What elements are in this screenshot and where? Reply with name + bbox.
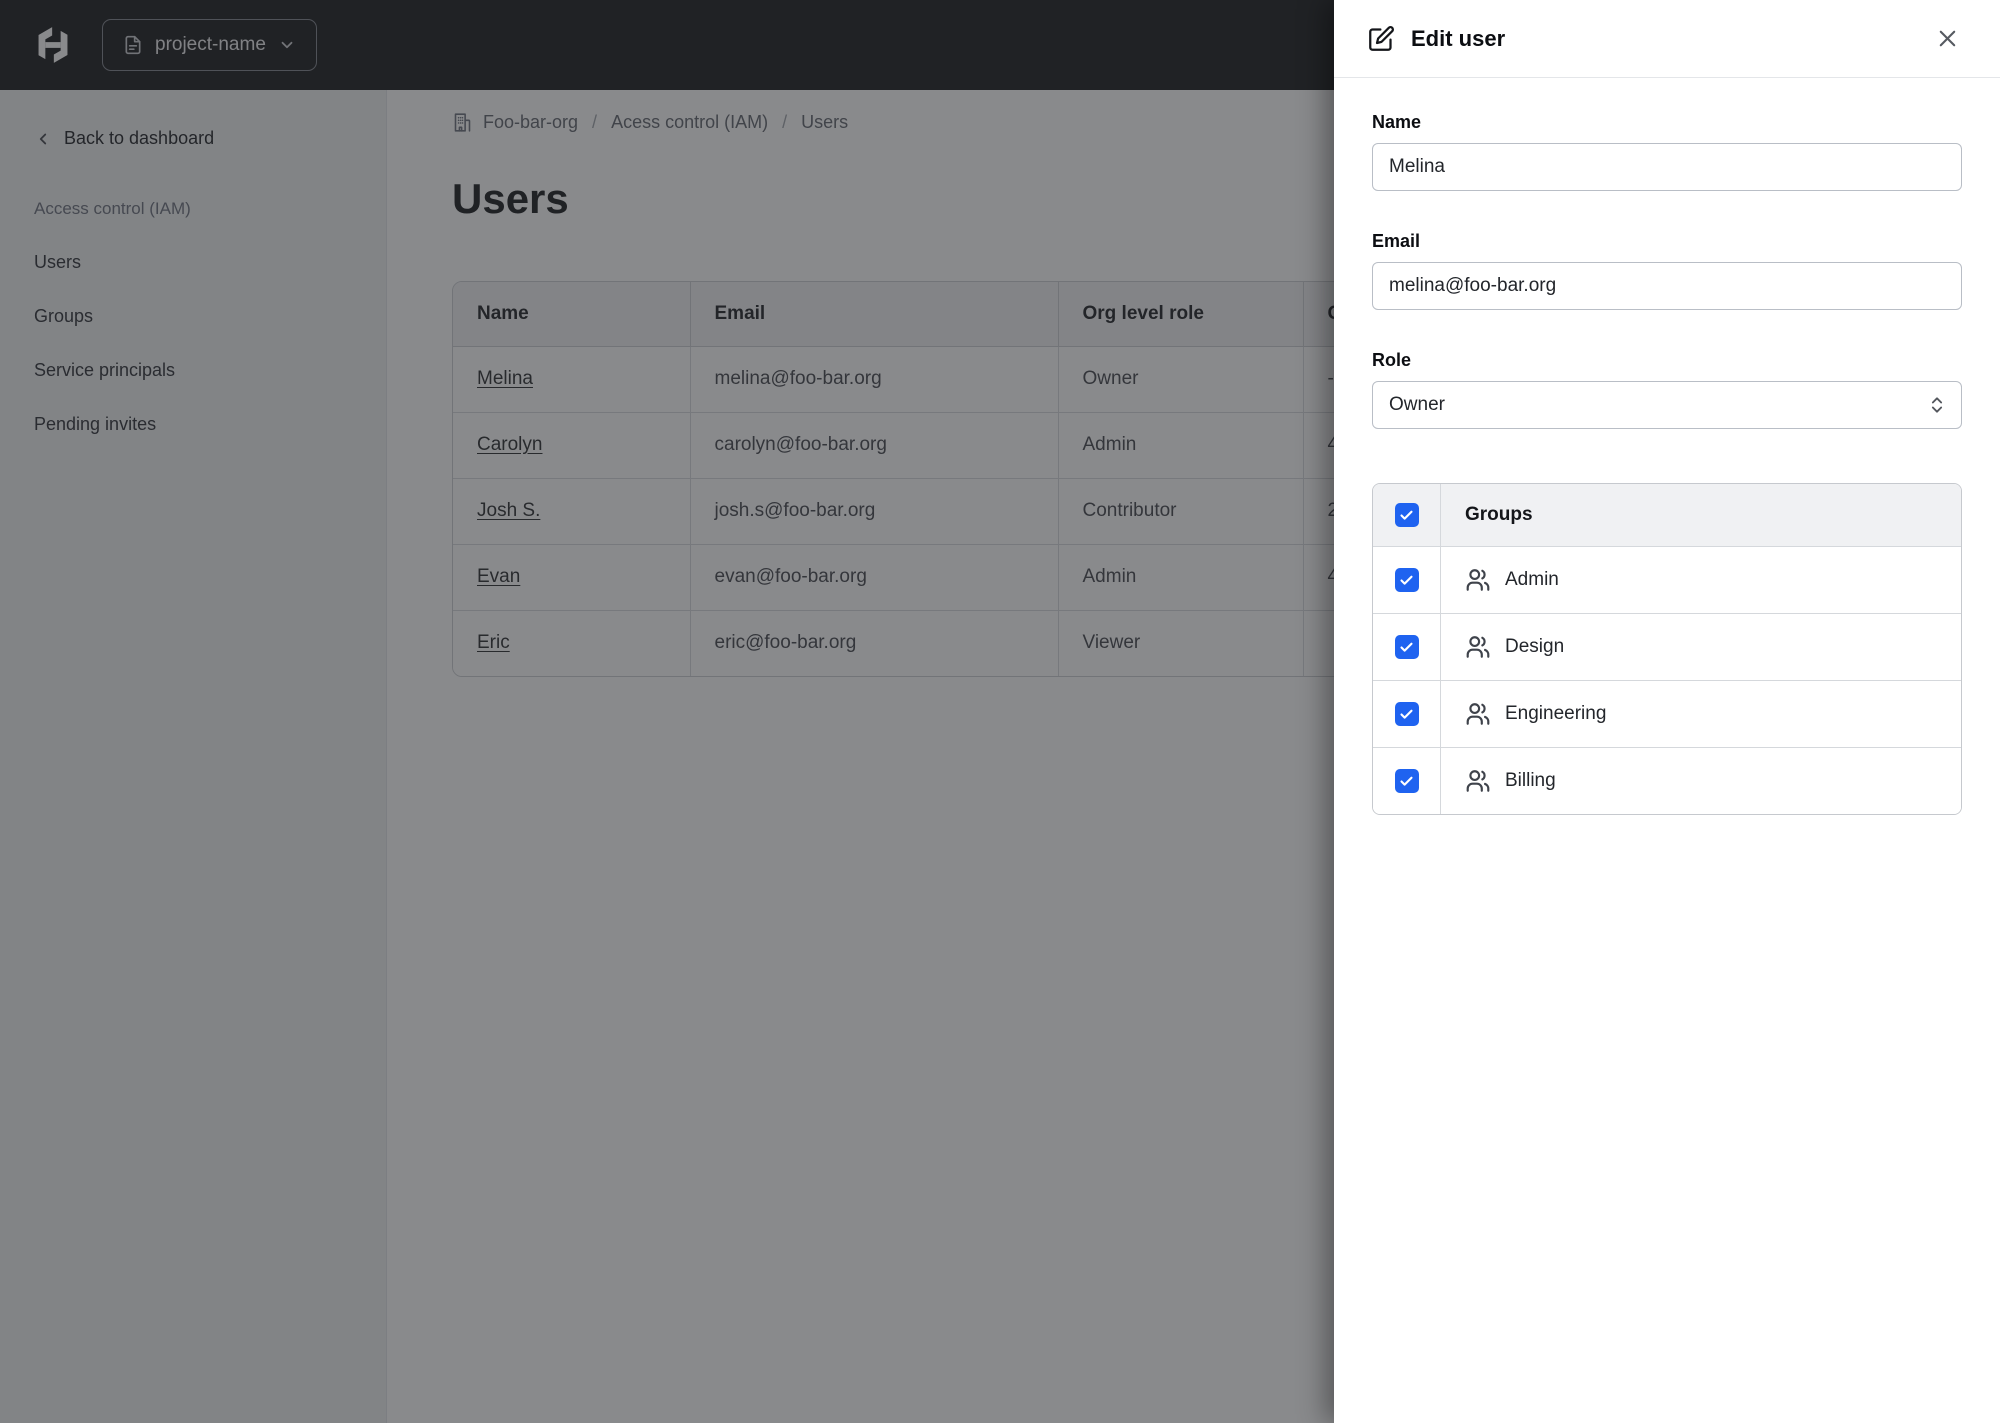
users-icon [1466, 770, 1490, 792]
groups-panel-header-row: Groups [1373, 484, 1961, 547]
group-label: Billing [1505, 770, 1556, 791]
name-field-label: Name [1372, 112, 1422, 132]
role-select-value: Owner [1389, 394, 1445, 415]
email-field-label: Email [1372, 231, 1421, 251]
role-field-label: Role [1372, 350, 1412, 370]
checkmark-icon [1400, 510, 1413, 520]
checkmark-icon [1400, 709, 1413, 719]
role-field-group: Role Owner [1372, 350, 1962, 429]
checkmark-icon [1400, 776, 1413, 786]
users-icon [1466, 636, 1490, 658]
group-row-design[interactable]: Design [1373, 614, 1961, 681]
edit-pencil-square-icon [1369, 26, 1394, 51]
group-checkbox[interactable] [1394, 702, 1419, 726]
users-icon [1466, 703, 1490, 725]
group-checkbox[interactable] [1394, 568, 1419, 592]
group-checkbox[interactable] [1394, 635, 1419, 659]
name-input[interactable] [1372, 143, 1962, 191]
group-checkbox[interactable] [1394, 769, 1419, 793]
group-row-engineering[interactable]: Engineering [1373, 681, 1961, 748]
drawer-close-button[interactable] [1928, 20, 1966, 58]
drawer-header: Edit user [1334, 0, 2000, 78]
group-label: Engineering [1505, 703, 1607, 724]
email-field-group: Email [1372, 231, 1962, 310]
group-label: Design [1505, 636, 1565, 657]
checkmark-icon [1400, 575, 1413, 585]
drawer-body: Name Email Role Owner [1334, 78, 2000, 815]
groups-select-all-checkbox[interactable] [1394, 503, 1419, 527]
group-row-billing[interactable]: Billing [1373, 748, 1961, 814]
users-icon [1466, 569, 1490, 591]
app-screen: project-name Back to dashboard Access co… [0, 0, 2000, 1423]
checkmark-icon [1400, 642, 1413, 652]
close-x-icon [1939, 30, 1955, 47]
chevrons-up-down-icon [1931, 397, 1943, 413]
groups-panel: Groups Admin Design Engineering Billing [1372, 483, 1962, 815]
groups-panel-title: Groups [1465, 504, 1533, 525]
group-row-admin[interactable]: Admin [1373, 547, 1961, 614]
drawer-title: Edit user [1411, 25, 1506, 51]
name-field-group: Name [1372, 112, 1962, 191]
group-label: Admin [1505, 569, 1559, 590]
email-input[interactable] [1372, 262, 1962, 310]
edit-user-drawer: Edit user Name Email Role Owner [1334, 0, 2000, 1423]
role-select[interactable]: Owner [1372, 381, 1962, 429]
